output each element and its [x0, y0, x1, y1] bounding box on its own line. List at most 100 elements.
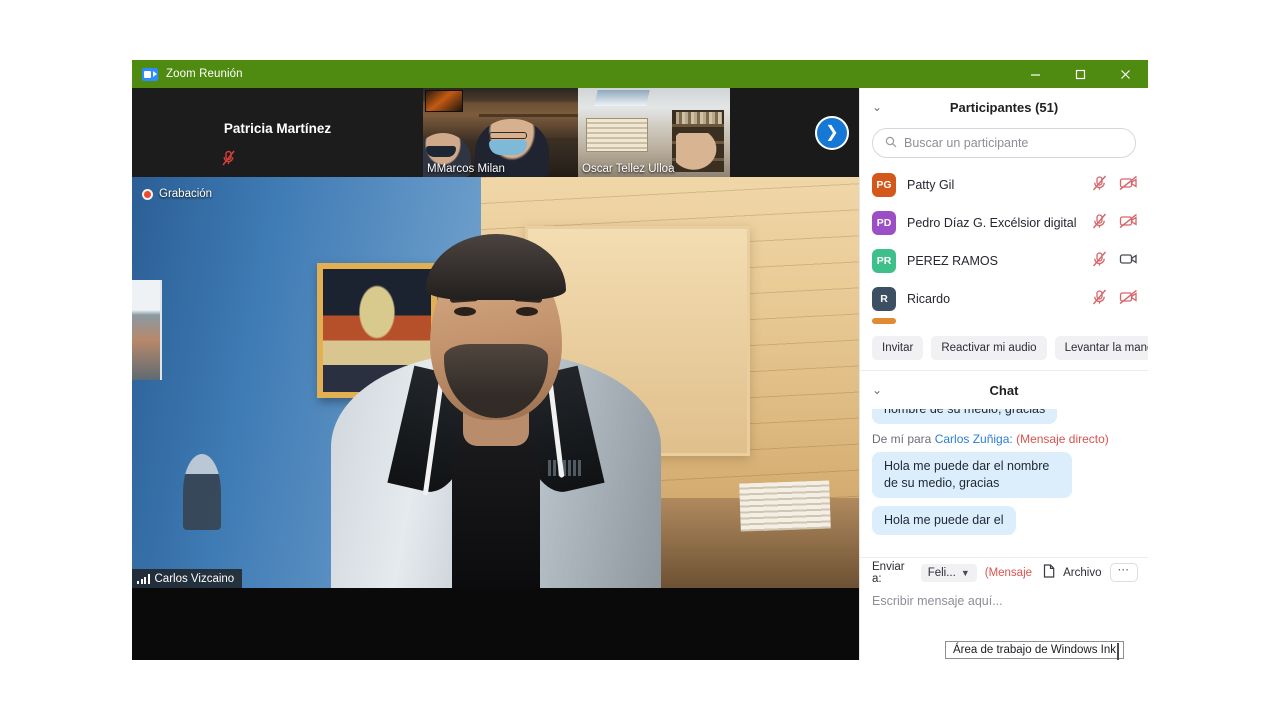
raise-hand-button[interactable]: Levantar la mano [1054, 336, 1148, 360]
chat-meta-direct-note: (Mensaje directo) [1016, 431, 1109, 446]
chat-panel: ⌄ Chat nombre de su medio, gracias De mí… [860, 370, 1148, 615]
chat-meta-recipient[interactable]: Carlos Zuñiga: [935, 432, 1013, 446]
windows-ink-tooltip: Área de trabajo de Windows Ink [945, 641, 1125, 659]
chat-bubble: Hola me puede dar el [872, 505, 1016, 535]
avatar: PD [872, 211, 896, 235]
decor-face-mask [489, 140, 527, 155]
decor-hand [676, 133, 720, 173]
participants-panel-header[interactable]: ⌄ Participantes (51) [860, 88, 1148, 126]
chat-recipient-dropdown[interactable]: Feli... ▼ [920, 563, 977, 582]
chevron-down-icon[interactable]: ⌄ [872, 384, 882, 396]
chat-message-list[interactable]: nombre de su medio, gracias De mí para C… [860, 409, 1148, 557]
decor-wall-photo [132, 279, 162, 380]
chat-panel-header[interactable]: ⌄ Chat [860, 371, 1148, 409]
participants-panel-title: Participantes (51) [949, 99, 1059, 115]
mic-muted-icon[interactable] [1092, 289, 1107, 310]
camera-off-icon[interactable] [1119, 213, 1138, 234]
thumbnail-name-oscar: Oscar Tellez Ulloa [582, 163, 675, 175]
participant-name: Patty Gil [907, 178, 955, 192]
chat-input-placeholder: Escribir mensaje aquí... [872, 594, 1003, 608]
decor-books [676, 112, 722, 124]
mic-muted-icon[interactable] [1092, 213, 1107, 234]
participant-status-icons [1092, 251, 1138, 272]
decor-eye [453, 307, 476, 316]
camera-on-icon[interactable] [1119, 251, 1138, 272]
chat-toolbar: Enviar a: Feli... ▼ (Mensaje c Archivo ⋯ [860, 557, 1148, 587]
window-title: Zoom Reunión [166, 68, 243, 80]
avatar: PR [872, 249, 896, 273]
decor-glasses [489, 132, 527, 139]
active-speaker-video[interactable]: Carlos Vizcaino [132, 177, 859, 588]
participant-list: PG Patty Gil PD Pedro Díaz G. Excélsior … [860, 166, 1148, 328]
zoom-camera-icon [142, 67, 158, 81]
mic-muted-icon[interactable] [1092, 175, 1107, 196]
decor-papers [739, 480, 831, 533]
filmstrip-thumbnail-oscar[interactable]: Oscar Tellez Ulloa [578, 88, 730, 177]
participant-status-icons [1092, 213, 1138, 234]
decor-shirt [451, 428, 540, 588]
chat-direct-note: (Mensaje c [984, 566, 1035, 579]
chat-message: Hola me puede dar el nombre de su medio,… [872, 451, 1136, 506]
chat-panel-title: Chat [989, 382, 1019, 398]
text-caret [1117, 643, 1119, 660]
maximize-icon[interactable] [1058, 60, 1103, 88]
camera-off-icon[interactable] [1119, 175, 1138, 196]
participant-row-clipped[interactable] [860, 318, 1148, 328]
participant-action-bar: Invitar Reactivar mi audio Levantar la m… [860, 328, 1148, 370]
decor-window-blind [586, 118, 648, 152]
mic-muted-icon[interactable] [1092, 251, 1107, 272]
recording-label: Grabación [159, 188, 213, 200]
participant-row-patty-gil[interactable]: PG Patty Gil [860, 166, 1148, 204]
participant-status-icons [1092, 289, 1138, 310]
filmstrip-thumbnail-marcos[interactable]: MMarcos Milan [423, 88, 578, 177]
zoom-meeting-window: Zoom Reunión Patricia Martínez MMarcos M… [132, 60, 1148, 660]
avatar [872, 318, 896, 324]
active-speaker-name-badge: Carlos Vizcaino [132, 569, 243, 588]
active-speaker-name: Carlos Vizcaino [154, 572, 235, 585]
search-input[interactable] [904, 136, 1123, 150]
decor-shelf [478, 114, 578, 117]
decor-lamp [182, 454, 221, 531]
chat-meta-prefix: De mí para [872, 431, 932, 446]
participant-search-box[interactable] [872, 128, 1136, 158]
invite-button[interactable]: Invitar [872, 336, 924, 360]
participant-filmstrip: Patricia Martínez MMarcos Milan Oscar Te… [132, 88, 859, 177]
unmute-audio-button[interactable]: Reactivar mi audio [931, 336, 1047, 360]
participant-row-perez-ramos[interactable]: PR PEREZ RAMOS [860, 242, 1148, 280]
decor-eye [515, 307, 538, 316]
avatar: R [872, 287, 896, 311]
decor-face-mask [426, 146, 456, 157]
camera-off-icon[interactable] [1119, 289, 1138, 310]
audio-level-icon [137, 573, 150, 584]
chat-message-clipped-top: nombre de su medio, gracias [872, 409, 1136, 432]
thumbnail-name-patricia: Patricia Martínez [223, 121, 332, 136]
video-stage: Patricia Martínez MMarcos Milan Oscar Te… [132, 88, 859, 660]
recording-indicator[interactable]: Grabación [142, 188, 212, 200]
decor-jacket-logo [547, 460, 582, 476]
chat-input[interactable]: Escribir mensaje aquí... [860, 587, 1148, 615]
chat-bubble: nombre de su medio, gracias [872, 409, 1058, 424]
window-titlebar: Zoom Reunión [132, 60, 1148, 88]
chat-bubble: Hola me puede dar el nombre de su medio,… [872, 451, 1072, 498]
record-dot-icon [142, 188, 153, 200]
file-button-label[interactable]: Archivo [1063, 567, 1101, 579]
minimize-icon[interactable] [1013, 60, 1058, 88]
chat-message-clipped-bottom: Hola me puede dar el [872, 505, 1136, 543]
filmstrip-thumbnail-patricia[interactable]: Patricia Martínez [132, 88, 423, 177]
chevron-right-icon[interactable]: ❯ [815, 115, 849, 150]
participant-name: Pedro Díaz G. Excélsior digital [907, 216, 1077, 230]
participant-row-pedro-diaz[interactable]: PD Pedro Díaz G. Excélsior digital [860, 204, 1148, 242]
send-to-label: Enviar a: [872, 560, 905, 585]
decor-poster [425, 90, 463, 112]
chevron-down-icon: ▼ [960, 567, 970, 578]
chevron-down-icon[interactable]: ⌄ [872, 101, 882, 113]
participant-name: Ricardo [907, 292, 951, 306]
participant-status-icons [1092, 175, 1138, 196]
close-icon[interactable] [1103, 60, 1148, 88]
chat-recipient-value: Feli... [927, 566, 956, 579]
participant-row-ricardo[interactable]: R Ricardo [860, 280, 1148, 318]
avatar: PG [872, 173, 896, 197]
ellipsis-icon[interactable]: ⋯ [1109, 563, 1138, 582]
mic-muted-icon [221, 150, 235, 171]
file-icon[interactable] [1043, 564, 1055, 581]
